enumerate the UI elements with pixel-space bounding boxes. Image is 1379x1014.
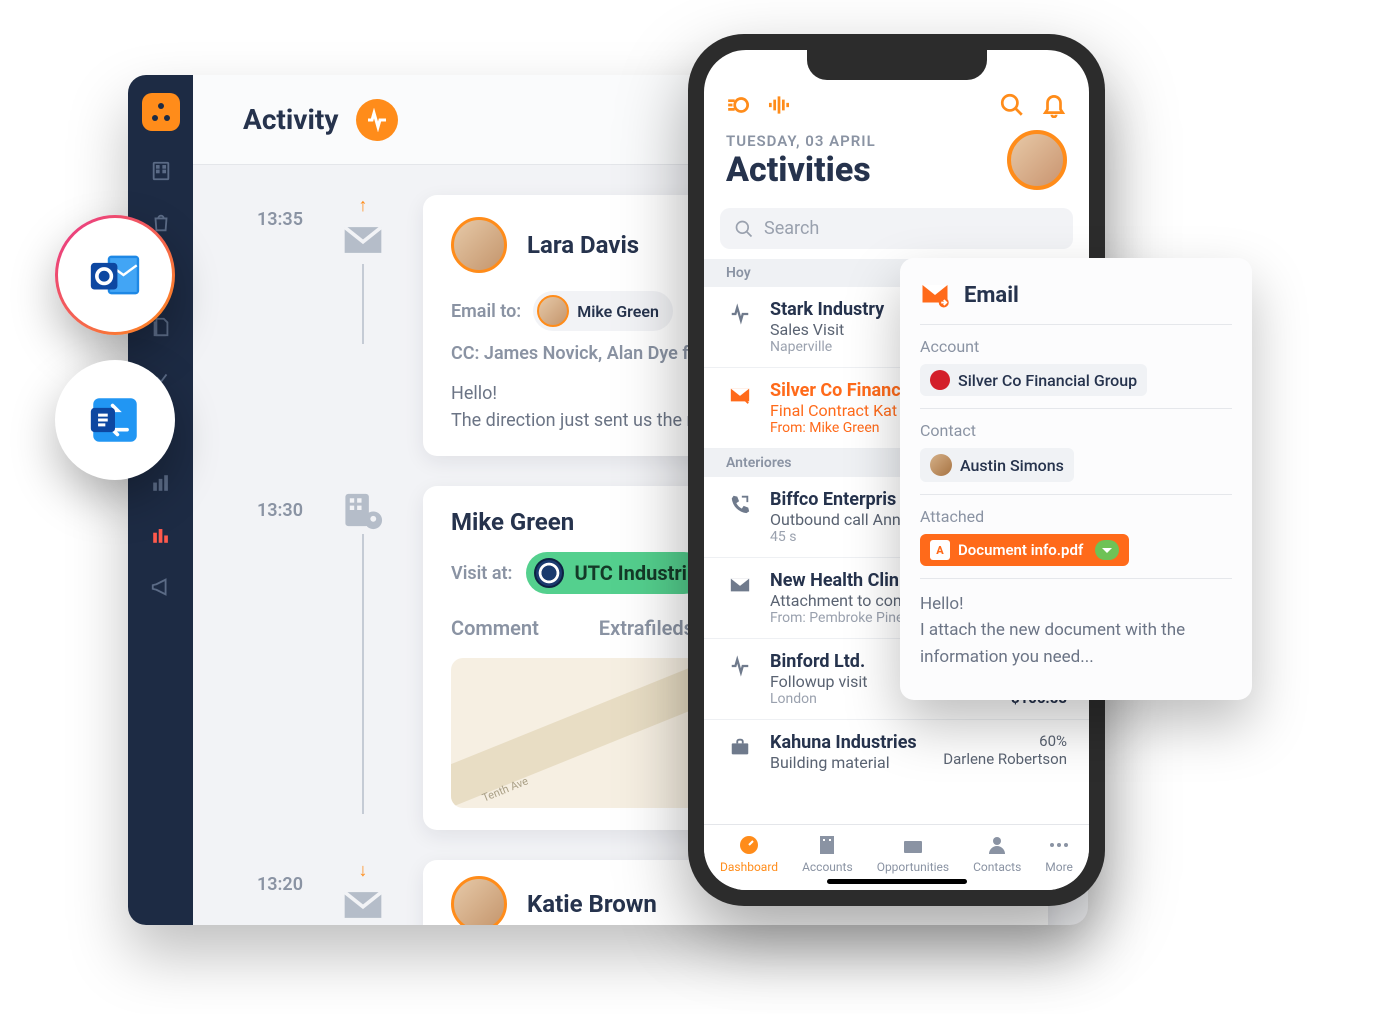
soundwave-icon[interactable] — [766, 92, 792, 122]
tab-label: Accounts — [802, 860, 853, 874]
mail-down-icon — [726, 570, 754, 626]
sidebar-chart-icon[interactable] — [149, 523, 173, 547]
tab-opportunities[interactable]: Opportunities — [877, 833, 949, 874]
timeline-time: 13:20 — [243, 860, 303, 895]
contact-name: Katie Brown — [527, 890, 657, 918]
pdf-icon: A — [930, 540, 950, 560]
timeline-time: 13:35 — [243, 195, 303, 230]
item-right-top: 60% — [943, 732, 1067, 750]
item-title: Kahuna Industries — [770, 732, 927, 753]
recipient-name: Mike Green — [577, 302, 659, 321]
search-input[interactable]: Search — [720, 208, 1073, 249]
contact-value: Austin Simons — [960, 456, 1064, 475]
avatar-icon — [930, 454, 952, 476]
contact-name: Lara Davis — [527, 231, 639, 259]
tab-comment[interactable]: Comment — [451, 616, 539, 640]
tab-extrafields[interactable]: Extrafileds — [599, 616, 694, 640]
bell-icon[interactable] — [1041, 92, 1067, 122]
company-logo-icon — [930, 370, 950, 390]
item-subtitle: Building material — [770, 753, 927, 772]
tab-label: Contacts — [973, 860, 1021, 874]
account-chip[interactable]: Silver Co Financial Group — [920, 364, 1147, 396]
tab-label: Opportunities — [877, 860, 949, 874]
activity-pulse-icon[interactable] — [356, 99, 398, 141]
tab-more[interactable]: More — [1045, 833, 1073, 874]
desktop-sidebar — [128, 75, 193, 925]
phone-title: Activities — [726, 150, 876, 190]
attachment-filename: Document info.pdf — [958, 541, 1083, 559]
search-placeholder: Search — [764, 218, 819, 239]
popover-header: Email — [920, 276, 1232, 324]
timeline-time: 13:30 — [243, 486, 303, 521]
date-label: TUESDAY, 03 APRIL — [726, 132, 876, 150]
phone-notch — [807, 50, 987, 80]
pulse-icon — [726, 651, 754, 707]
app-mark-icon[interactable] — [726, 92, 752, 122]
contact-chip[interactable]: Austin Simons — [920, 448, 1074, 482]
item-right-bottom: Darlene Robertson — [943, 750, 1067, 768]
email-detail-popover: Email Account Silver Co Financial Group … — [900, 258, 1252, 700]
account-label: Account — [920, 337, 1232, 356]
avatar — [451, 876, 507, 925]
avatar — [537, 295, 569, 327]
email-to-label: Email to: — [451, 301, 521, 322]
sidebar-building-icon[interactable] — [149, 159, 173, 183]
download-icon[interactable] — [1095, 540, 1119, 560]
app-logo-icon[interactable] — [142, 93, 180, 131]
arrow-up-icon: ↑ — [359, 195, 368, 216]
attachment-chip[interactable]: A Document info.pdf — [920, 534, 1129, 566]
arrow-down-icon: ↓ — [359, 860, 368, 881]
visit-company-chip[interactable]: UTC Industri — [526, 552, 705, 594]
email-body-line: Hello! — [920, 591, 1232, 617]
tab-label: More — [1045, 860, 1073, 874]
mail-icon — [339, 216, 387, 264]
search-icon[interactable] — [999, 92, 1025, 122]
visit-label: Visit at: — [451, 563, 512, 584]
tab-contacts[interactable]: Contacts — [973, 833, 1021, 874]
home-indicator — [827, 879, 967, 884]
phone-header: TUESDAY, 03 APRIL Activities — [704, 130, 1089, 202]
tab-dashboard[interactable]: Dashboard — [720, 833, 778, 874]
avatar — [451, 217, 507, 273]
user-avatar[interactable] — [1007, 130, 1067, 190]
page-title: Activity — [243, 103, 338, 136]
account-value: Silver Co Financial Group — [958, 371, 1137, 390]
map-street-label: Tenth Ave — [480, 774, 530, 804]
attached-label: Attached — [920, 507, 1232, 526]
exchange-integration-icon[interactable] — [55, 360, 175, 480]
company-name: UTC Industri — [574, 561, 687, 585]
mail-icon — [339, 881, 387, 925]
phone-out-icon — [726, 489, 754, 545]
tab-accounts[interactable]: Accounts — [802, 833, 853, 874]
popover-title: Email — [964, 283, 1019, 308]
outlook-integration-icon[interactable] — [55, 215, 175, 335]
recipient-chip[interactable]: Mike Green — [533, 291, 673, 331]
pulse-icon — [726, 299, 754, 355]
email-body-line: I attach the new document with the infor… — [920, 617, 1232, 670]
briefcase-icon — [726, 732, 754, 772]
company-logo-icon — [534, 558, 564, 588]
sidebar-megaphone-icon[interactable] — [149, 575, 173, 599]
building-pin-icon — [339, 486, 387, 534]
contact-label: Contact — [920, 421, 1232, 440]
tab-label: Dashboard — [720, 860, 778, 874]
activity-item[interactable]: Kahuna Industries Building material 60% … — [704, 720, 1089, 784]
sidebar-bars-icon[interactable] — [149, 471, 173, 495]
mail-send-icon — [726, 380, 754, 436]
